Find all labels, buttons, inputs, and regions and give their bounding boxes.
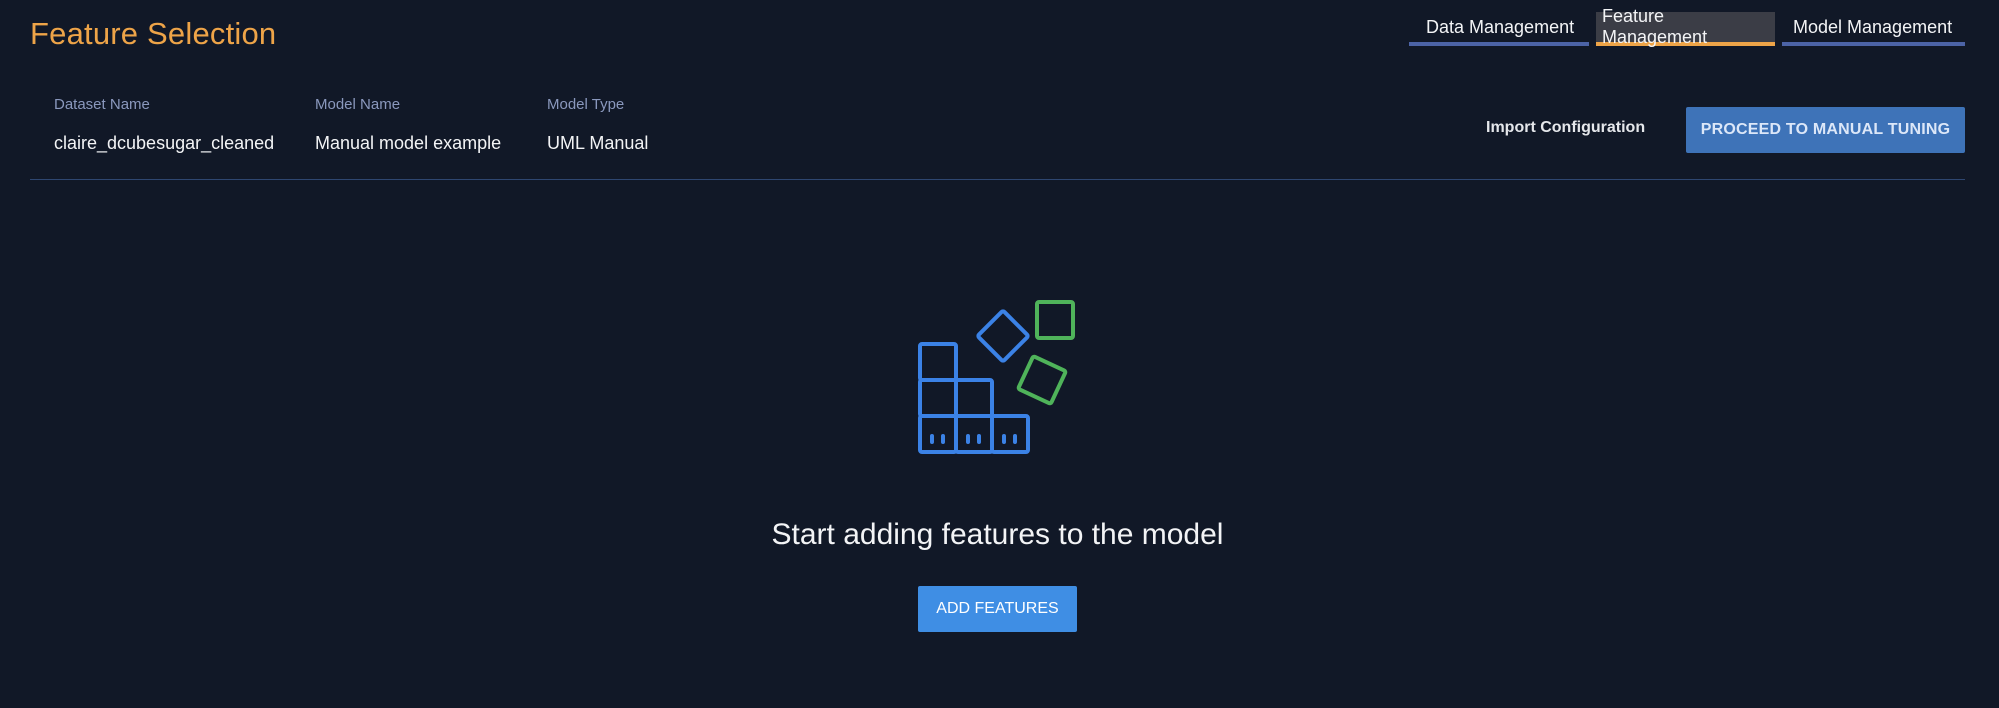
header-divider <box>30 179 1965 180</box>
dataset-name-label: Dataset Name <box>54 96 150 113</box>
feature-blocks-icon <box>910 296 1090 466</box>
model-name-label: Model Name <box>315 96 401 113</box>
empty-state-title: Start adding features to the model <box>771 518 1224 551</box>
add-features-button[interactable]: ADD FEATURES <box>918 586 1077 632</box>
model-name-info: Model Name Manual model example <box>315 96 501 154</box>
proceed-to-manual-tuning-button[interactable]: PROCEED TO MANUAL TUNING <box>1686 107 1965 153</box>
dataset-name-value: claire_dcubesugar_cleaned <box>54 133 275 153</box>
model-type-value: UML Manual <box>547 133 649 153</box>
top-nav-tabs: Data Management Feature Management Model… <box>1409 6 1965 47</box>
tab-feature-management[interactable]: Feature Management <box>1596 6 1775 47</box>
page-title: Feature Selection <box>30 16 277 51</box>
import-configuration-button[interactable]: Import Configuration <box>1486 119 1645 137</box>
tab-model-management[interactable]: Model Management <box>1782 12 1965 46</box>
model-name-value: Manual model example <box>315 133 502 153</box>
model-type-label: Model Type <box>547 96 625 113</box>
tab-data-management[interactable]: Data Management <box>1409 12 1589 46</box>
model-type-info: Model Type UML Manual <box>547 96 648 154</box>
dataset-info: Dataset Name claire_dcubesugar_cleaned <box>54 96 274 154</box>
